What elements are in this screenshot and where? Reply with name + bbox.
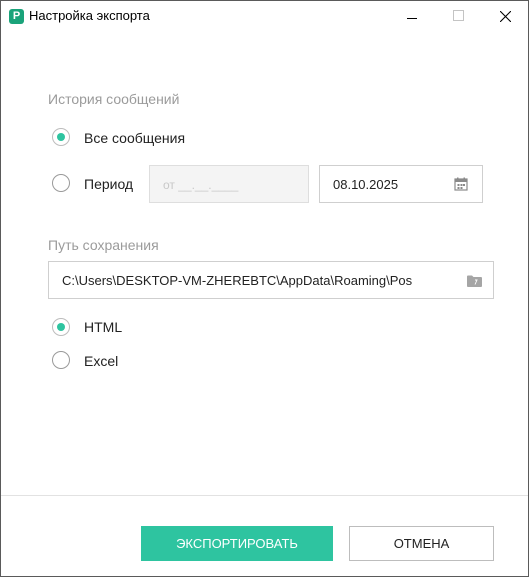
radio-all-messages[interactable] (52, 128, 70, 146)
close-button[interactable] (482, 1, 528, 31)
footer-divider (1, 495, 528, 496)
radio-format-html-label[interactable]: HTML (84, 319, 122, 335)
date-from-placeholder: от __.__.____ (163, 178, 239, 192)
date-from-input[interactable]: от __.__.____ (149, 165, 309, 203)
radio-format-excel[interactable] (52, 351, 70, 369)
radio-all-messages-label[interactable]: Все сообщения (84, 130, 185, 146)
save-path-value: C:\Users\DESKTOP-VM-ZHEREBTC\AppData\Roa… (62, 273, 413, 288)
export-button[interactable]: ЭКСПОРТИРОВАТЬ (141, 526, 333, 561)
save-path-input[interactable]: C:\Users\DESKTOP-VM-ZHEREBTC\AppData\Roa… (48, 261, 494, 299)
radio-period-label[interactable]: Период (84, 176, 133, 192)
app-logo-icon: P (9, 9, 24, 24)
close-icon (500, 11, 511, 22)
calendar-icon[interactable] (454, 177, 468, 191)
history-section-label: История сообщений (48, 91, 180, 107)
folder-icon[interactable] (467, 275, 482, 287)
maximize-button[interactable] (435, 1, 481, 31)
radio-format-html[interactable] (52, 318, 70, 336)
save-path-label: Путь сохранения (48, 237, 159, 253)
radio-period[interactable] (52, 174, 70, 192)
minimize-button[interactable] (389, 1, 435, 31)
window-title: Настройка экспорта (29, 8, 150, 23)
date-to-value: 08.10.2025 (333, 177, 399, 192)
date-to-input[interactable]: 08.10.2025 (319, 165, 483, 203)
cancel-button[interactable]: ОТМЕНА (349, 526, 494, 561)
title-bar: P Настройка экспорта (1, 1, 528, 31)
radio-format-excel-label[interactable]: Excel (84, 353, 118, 369)
export-settings-dialog: P Настройка экспорта История сообщений В… (0, 0, 529, 577)
